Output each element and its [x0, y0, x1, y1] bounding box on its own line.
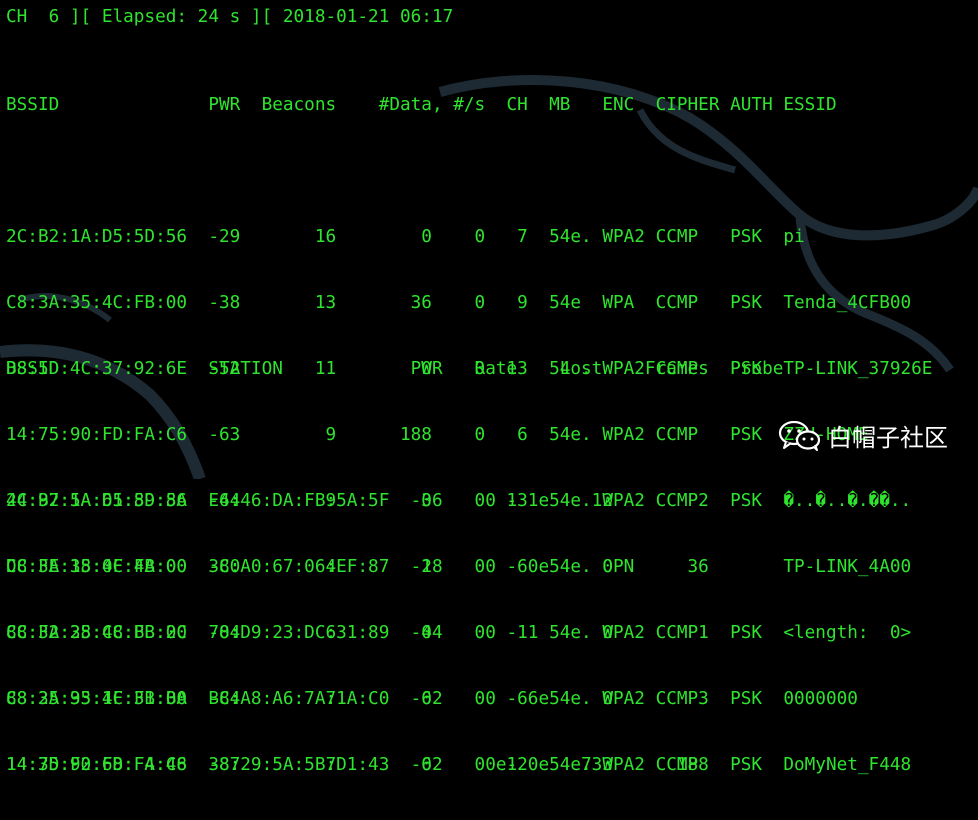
status-line: CH 6 ][ Elapsed: 24 s ][ 2018-01-21 06:1…	[6, 7, 454, 27]
stations-table: BSSID STATION PWR Rate Lost Frames Probe…	[6, 314, 783, 820]
terminal-window[interactable]: CH 6 ][ Elapsed: 24 s ][ 2018-01-21 06:1…	[0, 0, 978, 775]
ap-table-header: BSSID PWR Beacons #Data, #/s CH MB ENC C…	[6, 95, 837, 115]
table-row: C8:3A:35:4C:FB:00 -38 13 36 0 9 54e WPA …	[6, 293, 912, 313]
table-row: 2C:B2:1A:D5:5D:56 -29 16 0 0 7 54e. WPA2…	[6, 227, 805, 247]
table-row: 14:75:90:FD:FA:C6 38:29:5A:5B:D1:43 -62 …	[6, 755, 709, 775]
watermark-text: 白帽子社区	[828, 424, 948, 452]
station-table-header: BSSID STATION PWR Rate Lost Frames Probe	[6, 359, 784, 379]
table-row: C8:3A:35:4C:FB:00 BC:A8:A6:7A:1A:C0 -62 …	[6, 689, 709, 709]
table-row: 2C:B2:1A:D5:5D:56 E4:46:DA:FB:5A:5F -36 …	[6, 491, 709, 511]
table-row: C8:3A:35:4C:FB:00 70:D9:23:DC:31:89 -44 …	[6, 623, 709, 643]
wechat-icon	[778, 420, 821, 451]
table-row: C8:3A:35:4C:FB:00 3C:A0:67:06:EF:87 -28 …	[6, 557, 709, 577]
watermark: 白帽子社区	[778, 418, 948, 453]
